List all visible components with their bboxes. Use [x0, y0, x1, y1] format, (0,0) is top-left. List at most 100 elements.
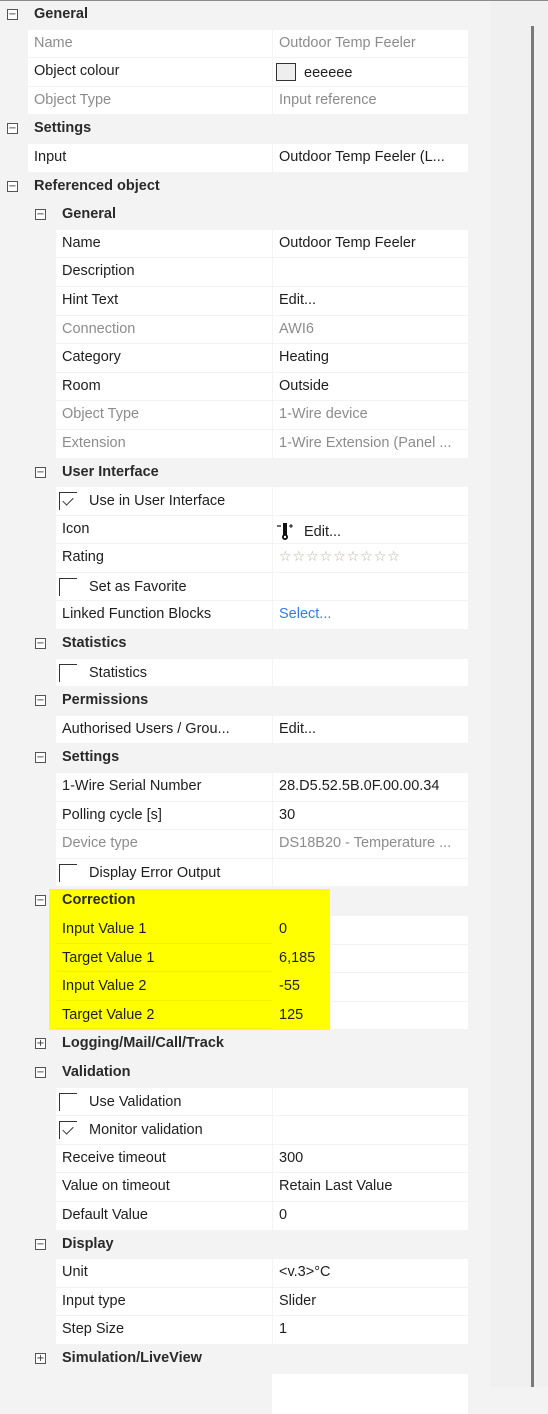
property-row-room[interactable]: Room Outside	[0, 372, 490, 402]
property-value[interactable]: Slider	[273, 1287, 468, 1316]
group-general[interactable]: − General	[0, 1, 490, 30]
group-ref-general[interactable]: − General	[0, 201, 490, 230]
property-row-connection[interactable]: Connection AWI6	[0, 315, 490, 345]
property-row-device-type[interactable]: Device type DS18B20 - Temperature ...	[0, 830, 490, 859]
scrollbar-area[interactable]	[490, 1, 548, 1387]
property-value[interactable]: Outdoor Temp Feeler (L...	[273, 143, 468, 172]
group-logging[interactable]: + Logging/Mail/Call/Track	[0, 1030, 490, 1059]
property-value[interactable]: Select...	[273, 601, 468, 630]
property-value[interactable]: Heating	[273, 344, 468, 372]
property-row-display-error-output[interactable]: Display Error Output	[0, 858, 490, 888]
checkbox-statistics[interactable]	[59, 663, 77, 682]
property-row-statistics[interactable]: Statistics	[0, 658, 490, 688]
group-validation[interactable]: − Validation	[0, 1058, 490, 1088]
property-row-default-value[interactable]: Default Value 0	[0, 1201, 490, 1231]
property-row-value-on-timeout[interactable]: Value on timeout Retain Last Value	[0, 1173, 490, 1202]
checkbox-display-error-output[interactable]	[59, 863, 77, 882]
collapse-icon[interactable]: −	[35, 1238, 46, 1250]
property-label[interactable]: Set as Favorite	[56, 572, 272, 601]
property-row-polling-cycle-s[interactable]: Polling cycle [s] 30	[0, 801, 490, 831]
property-row-monitor-validation[interactable]: Monitor validation	[0, 1116, 490, 1145]
expand-icon[interactable]: +	[35, 1352, 46, 1364]
property-value[interactable]: 6,185	[273, 944, 468, 973]
group-permissions[interactable]: − Permissions	[0, 687, 490, 716]
property-row-icon[interactable]: Icon Edit...	[0, 515, 490, 545]
property-value[interactable]: 30	[273, 801, 468, 830]
property-value[interactable]: 1	[273, 1316, 468, 1344]
group-ref-settings[interactable]: − Settings	[0, 744, 490, 774]
property-value[interactable]: Edit...	[273, 515, 468, 544]
property-label[interactable]: Display Error Output	[56, 858, 272, 887]
property-value[interactable]	[273, 487, 468, 515]
property-row-name[interactable]: Name Outdoor Temp Feeler	[0, 29, 490, 59]
property-row-name[interactable]: Name Outdoor Temp Feeler	[0, 229, 490, 259]
property-value[interactable]: Outdoor Temp Feeler	[273, 229, 468, 258]
scrollbar-thumb[interactable]	[531, 26, 534, 1387]
group-simulation[interactable]: + Simulation/LiveView	[0, 1344, 490, 1374]
property-row-hint-text[interactable]: Hint Text Edit...	[0, 286, 490, 316]
collapse-icon[interactable]: −	[7, 9, 18, 20]
checkbox-use-validation[interactable]	[59, 1092, 77, 1111]
property-value[interactable]: Edit...	[273, 715, 468, 744]
property-row-target-value-2[interactable]: Target Value 2 125	[0, 1001, 490, 1031]
property-label[interactable]: Use Validation	[56, 1087, 272, 1116]
checkbox-use-in-user-interface[interactable]	[59, 492, 77, 511]
group-user-interface[interactable]: − User Interface	[0, 458, 490, 488]
group-correction[interactable]: − Correction	[0, 887, 490, 916]
collapse-icon[interactable]: −	[7, 180, 18, 192]
property-row-object-type[interactable]: Object Type 1-Wire device	[0, 401, 490, 430]
collapse-icon[interactable]: −	[35, 895, 46, 907]
property-value[interactable]	[273, 572, 468, 601]
property-row-step-size[interactable]: Step Size 1	[0, 1316, 490, 1345]
property-value[interactable]: <v.3>°C	[273, 1259, 468, 1287]
property-row-unit[interactable]: Unit <v.3>°C	[0, 1259, 490, 1288]
property-value-text[interactable]: Select...	[279, 606, 331, 622]
property-row-use-in-user-interface[interactable]: Use in User Interface	[0, 487, 490, 516]
group-referenced[interactable]: − Referenced object	[0, 172, 490, 202]
color-swatch[interactable]	[276, 63, 296, 82]
property-label[interactable]: Statistics	[56, 658, 272, 687]
property-value[interactable]	[273, 258, 468, 286]
collapse-icon[interactable]: −	[35, 209, 46, 221]
property-value[interactable]	[273, 858, 468, 887]
collapse-icon[interactable]: −	[35, 752, 46, 764]
property-value[interactable]: 300	[273, 1144, 468, 1173]
property-row-linked-function-blocks[interactable]: Linked Function Blocks Select...	[0, 601, 490, 630]
collapse-icon[interactable]: −	[35, 695, 46, 707]
property-row-description[interactable]: Description	[0, 258, 490, 287]
property-row-authorised-users-grou[interactable]: Authorised Users / Grou... Edit...	[0, 715, 490, 745]
property-value[interactable]: Retain Last Value	[273, 1173, 468, 1201]
expand-icon[interactable]: +	[35, 1038, 46, 1050]
property-label[interactable]: Use in User Interface	[56, 487, 272, 515]
property-value[interactable]: -55	[273, 973, 468, 1001]
property-value[interactable]	[273, 1116, 468, 1144]
property-value[interactable]	[273, 658, 468, 687]
property-value[interactable]: eeeeee	[273, 58, 468, 86]
property-row-rating[interactable]: Rating ☆☆☆☆☆☆☆☆☆	[0, 544, 490, 573]
collapse-icon[interactable]: −	[7, 123, 18, 135]
property-label[interactable]: Monitor validation	[56, 1116, 272, 1144]
property-row-object-type[interactable]: Object Type Input reference	[0, 86, 490, 116]
group-settings[interactable]: − Settings	[0, 115, 490, 144]
property-value[interactable]: 28.D5.52.5B.0F.00.00.34	[273, 773, 468, 801]
property-value[interactable]	[273, 1087, 468, 1116]
property-row-extension[interactable]: Extension 1-Wire Extension (Panel ...	[0, 429, 490, 459]
property-row-use-validation[interactable]: Use Validation	[0, 1087, 490, 1117]
property-row-1-wire-serial-number[interactable]: 1-Wire Serial Number 28.D5.52.5B.0F.00.00…	[0, 773, 490, 802]
collapse-icon[interactable]: −	[35, 466, 46, 478]
property-value[interactable]: ☆☆☆☆☆☆☆☆☆	[273, 544, 468, 572]
property-row-category[interactable]: Category Heating	[0, 344, 490, 373]
property-value[interactable]: 0	[273, 916, 468, 944]
property-row-object-colour[interactable]: Object colour eeeeee	[0, 58, 490, 87]
property-value[interactable]: Edit...	[273, 286, 468, 315]
checkbox-monitor-validation[interactable]	[59, 1121, 77, 1140]
group-display[interactable]: − Display	[0, 1230, 490, 1260]
property-row-input-type[interactable]: Input type Slider	[0, 1287, 490, 1317]
property-value[interactable]: 125	[273, 1001, 468, 1030]
group-statistics[interactable]: − Statistics	[0, 630, 490, 659]
collapse-icon[interactable]: −	[35, 638, 46, 650]
property-value[interactable]: 0	[273, 1201, 468, 1230]
checkbox-set-as-favorite[interactable]	[59, 577, 77, 596]
rating-stars[interactable]: ☆☆☆☆☆☆☆☆☆	[279, 549, 401, 565]
property-row-input-value-1[interactable]: Input Value 1 0	[0, 916, 490, 945]
